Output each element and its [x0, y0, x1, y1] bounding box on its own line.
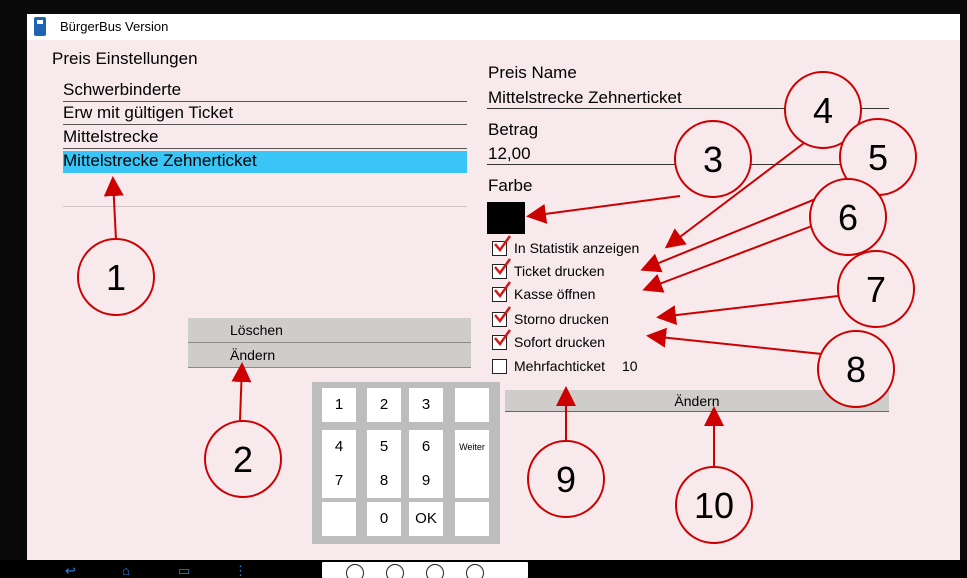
list-item-selected[interactable]: Mittelstrecke Zehnerticket — [63, 151, 467, 173]
key-3[interactable]: 3 — [409, 388, 443, 422]
amount-label: Betrag — [488, 120, 539, 139]
app-icon — [34, 17, 46, 36]
menu-icon[interactable]: ⋮ — [234, 563, 247, 578]
price-name-label: Preis Name — [488, 63, 577, 82]
key-5[interactable]: 5 — [367, 430, 401, 464]
key-blank[interactable] — [455, 388, 489, 422]
price-name-field[interactable]: Mittelstrecke Zehnerticket — [488, 88, 682, 108]
key-blank[interactable] — [455, 502, 489, 536]
back-icon[interactable]: ↩ — [65, 563, 76, 578]
price-name-underline — [487, 108, 889, 109]
numeric-keypad: 1 2 3 4 5 6 Weiter 7 8 9 0 OK — [312, 382, 500, 544]
change-button-left[interactable]: Ändern — [188, 343, 471, 368]
page-indicator — [322, 562, 528, 578]
key-blank[interactable] — [455, 464, 489, 498]
key-9[interactable]: 9 — [409, 464, 443, 498]
key-7[interactable]: 7 — [322, 464, 356, 498]
key-2[interactable]: 2 — [367, 388, 401, 422]
home-icon[interactable]: ⌂ — [122, 563, 130, 578]
change-button-right[interactable]: Ändern — [505, 390, 889, 412]
checkmark-icon — [494, 281, 511, 299]
key-0[interactable]: 0 — [367, 502, 401, 536]
list-item[interactable]: Mittelstrecke — [63, 127, 467, 149]
color-label: Farbe — [488, 176, 533, 195]
checkmark-icon — [494, 258, 511, 276]
checkmark-icon — [494, 306, 511, 324]
key-8[interactable]: 8 — [367, 464, 401, 498]
checkmark-icon — [494, 329, 511, 347]
amount-field[interactable]: 12,00 — [488, 144, 531, 164]
recent-apps-icon[interactable]: ▭ — [178, 563, 190, 578]
checkbox[interactable] — [492, 359, 507, 374]
list-divider — [63, 206, 467, 207]
delete-button[interactable]: Löschen — [188, 318, 471, 343]
key-blank[interactable] — [322, 502, 356, 536]
price-settings-heading: Preis Einstellungen — [52, 49, 198, 68]
list-item[interactable]: Schwerbinderte — [63, 80, 467, 102]
checkmark-icon — [494, 235, 511, 253]
key-1[interactable]: 1 — [322, 388, 356, 422]
window-title: BürgerBus Version — [60, 19, 169, 34]
amount-underline — [487, 164, 889, 165]
key-6[interactable]: 6 — [409, 430, 443, 464]
key-4[interactable]: 4 — [322, 430, 356, 464]
key-weiter[interactable]: Weiter — [455, 430, 489, 464]
list-item[interactable]: Erw mit gültigen Ticket — [63, 103, 467, 125]
title-bar: BürgerBus Version — [27, 14, 960, 40]
color-swatch[interactable] — [487, 202, 525, 234]
app-screen: BürgerBus Version Preis Einstellungen Sc… — [27, 14, 960, 560]
key-ok[interactable]: OK — [409, 502, 443, 536]
multi-ticket-count[interactable]: 10 — [622, 358, 638, 374]
